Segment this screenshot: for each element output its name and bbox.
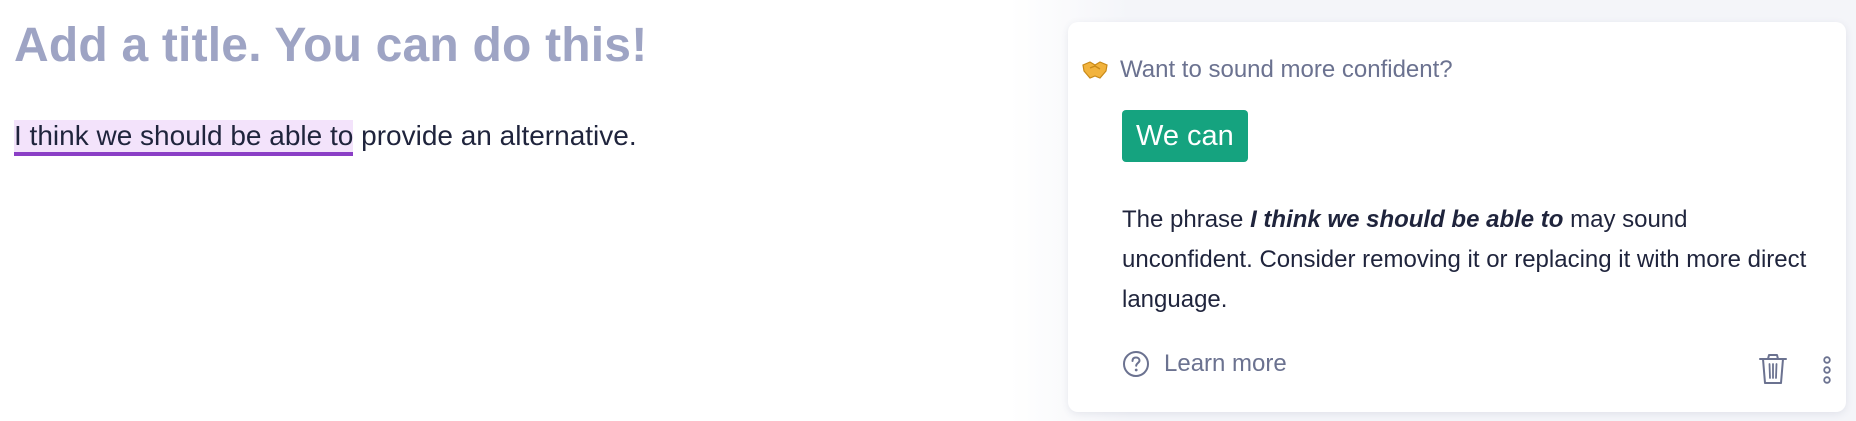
more-options-icon[interactable]	[1822, 356, 1832, 384]
card-footer: Learn more	[1122, 350, 1832, 390]
suggestion-explanation: The phrase I think we should be able to …	[1122, 200, 1812, 320]
trash-icon[interactable]	[1758, 352, 1788, 386]
document-body[interactable]: I think we should be able to provide an …	[14, 116, 637, 156]
learn-more-label: Learn more	[1164, 350, 1287, 377]
accept-suggestion-button[interactable]: We can	[1122, 110, 1248, 162]
suggestion-card[interactable]: Want to sound more confident? We can The…	[1068, 22, 1846, 412]
explanation-prefix: The phrase	[1122, 206, 1251, 233]
card-header: Want to sound more confident?	[1082, 56, 1453, 84]
explanation-phrase: I think we should be able to	[1250, 206, 1564, 233]
learn-more-link[interactable]: Learn more	[1122, 350, 1287, 378]
highlighted-phrase[interactable]: I think we should be able to	[14, 120, 354, 156]
body-text-rest: provide an alternative.	[353, 120, 637, 151]
title-placeholder[interactable]: Add a title. You can do this!	[14, 18, 647, 73]
card-title: Want to sound more confident?	[1120, 56, 1453, 83]
handshake-icon	[1082, 59, 1108, 81]
help-circle-icon	[1122, 350, 1150, 378]
editor[interactable]: Add a title. You can do this! I think we…	[14, 0, 1014, 421]
